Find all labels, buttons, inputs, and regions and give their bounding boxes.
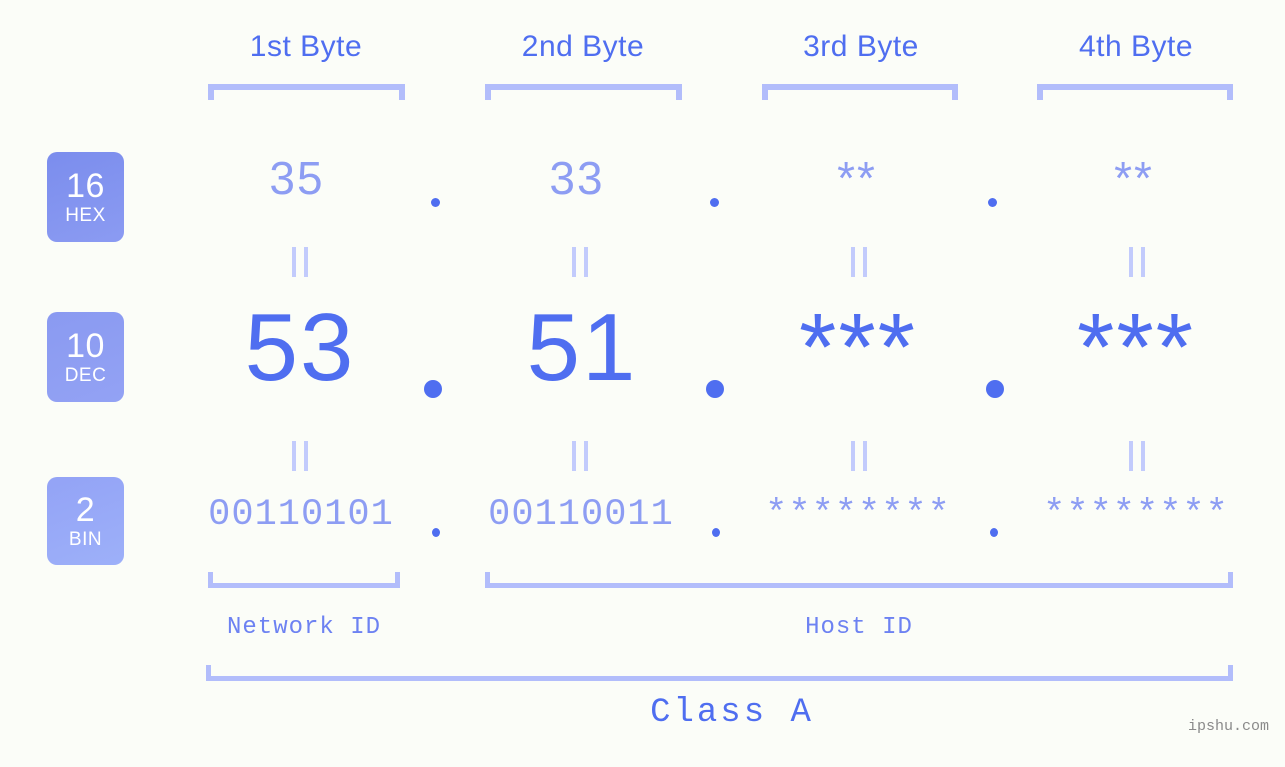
- base-badge-hex-abbr: HEX: [65, 205, 106, 226]
- host-id-bracket: [485, 572, 1233, 588]
- network-id-bracket: [208, 572, 400, 588]
- hex-dot-3: [988, 198, 997, 207]
- hex-byte-2: 33: [549, 152, 605, 204]
- equals-mark-hex-dec-1: [292, 247, 308, 277]
- site-watermark: ipshu.com: [1187, 718, 1269, 735]
- dec-byte-2: 51: [526, 294, 638, 401]
- hex-byte-3: **: [837, 152, 877, 204]
- network-id-label: Network ID: [226, 614, 382, 641]
- equals-mark-hex-dec-4: [1129, 247, 1145, 277]
- base-badge-dec: 10 DEC: [47, 312, 124, 402]
- equals-mark-hex-dec-3: [851, 247, 867, 277]
- bin-dot-2: [712, 528, 720, 537]
- byte-bracket-4: [1037, 84, 1233, 100]
- base-badge-hex: 16 HEX: [47, 152, 124, 242]
- hex-byte-1: 35: [269, 152, 325, 204]
- equals-mark-dec-bin-3: [851, 441, 867, 471]
- host-id-label: Host ID: [805, 614, 913, 641]
- bin-byte-2: 00110011: [488, 494, 674, 536]
- hex-byte-4: **: [1114, 152, 1154, 204]
- class-label: Class A: [650, 694, 814, 732]
- dec-dot-1: [424, 380, 442, 398]
- equals-mark-hex-dec-2: [572, 247, 588, 277]
- bin-byte-1: 00110101: [208, 494, 394, 536]
- byte-header-4: 4th Byte: [1078, 30, 1194, 63]
- bin-byte-4: ********: [1043, 494, 1229, 536]
- hex-dot-1: [431, 198, 440, 207]
- ip-address-breakdown-diagram: 1st Byte 2nd Byte 3rd Byte 4th Byte 16 H…: [0, 0, 1285, 767]
- bin-byte-3: ********: [765, 494, 951, 536]
- dec-dot-2: [706, 380, 724, 398]
- byte-header-2: 2nd Byte: [521, 30, 645, 63]
- dec-dot-3: [986, 380, 1004, 398]
- base-badge-bin: 2 BIN: [47, 477, 124, 565]
- base-badge-hex-number: 16: [66, 167, 105, 205]
- base-badge-bin-number: 2: [75, 491, 96, 529]
- dec-byte-4: ***: [1076, 294, 1196, 401]
- base-badge-dec-abbr: DEC: [64, 365, 107, 386]
- base-badge-dec-number: 10: [66, 327, 105, 365]
- equals-mark-dec-bin-4: [1129, 441, 1145, 471]
- byte-header-1: 1st Byte: [249, 30, 363, 63]
- byte-bracket-1: [208, 84, 405, 100]
- dec-byte-1: 53: [244, 294, 356, 401]
- hex-dot-2: [710, 198, 719, 207]
- bin-dot-1: [432, 528, 440, 537]
- byte-bracket-3: [762, 84, 958, 100]
- bin-dot-3: [990, 528, 998, 537]
- dec-byte-3: ***: [798, 294, 918, 401]
- class-bracket: [206, 665, 1233, 681]
- byte-bracket-2: [485, 84, 682, 100]
- equals-mark-dec-bin-1: [292, 441, 308, 471]
- byte-header-3: 3rd Byte: [803, 30, 919, 63]
- base-badge-bin-abbr: BIN: [68, 529, 103, 550]
- equals-mark-dec-bin-2: [572, 441, 588, 471]
